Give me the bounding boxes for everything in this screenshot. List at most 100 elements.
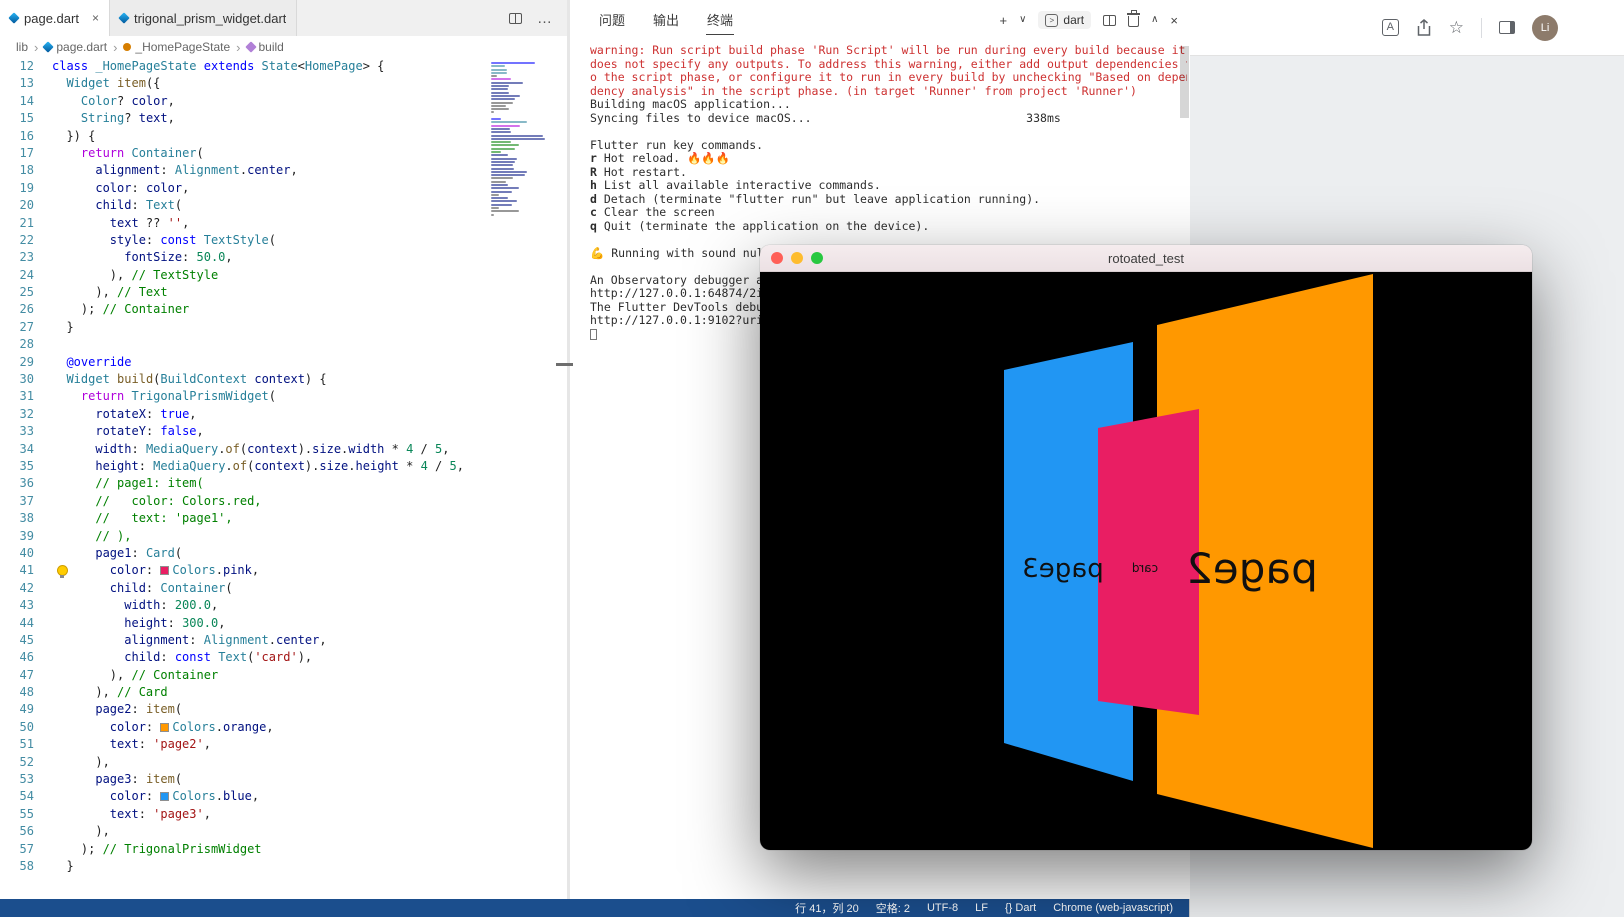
terminal-scrollbar[interactable] xyxy=(1180,46,1189,118)
star-icon[interactable]: ☆ xyxy=(1449,19,1464,36)
code-token: Text xyxy=(218,650,248,665)
status-item[interactable]: 行 41，列 20 xyxy=(795,900,859,916)
code-line[interactable]: 57 ); // TrigonalPrismWidget xyxy=(0,841,567,858)
code-line[interactable]: 52 ), xyxy=(0,754,567,771)
code-line[interactable]: 53 page3: item( xyxy=(0,771,567,788)
code-line[interactable]: 37 // color: Colors.red, xyxy=(0,493,567,510)
traffic-light-zoom[interactable] xyxy=(811,252,823,264)
sash-handle[interactable] xyxy=(556,363,573,366)
code-line[interactable]: 22 style: const TextStyle( xyxy=(0,232,567,249)
code-line[interactable]: 42 child: Container( xyxy=(0,580,567,597)
panel-tab[interactable]: 输出 xyxy=(652,5,680,35)
avatar[interactable]: Li xyxy=(1532,14,1558,41)
code-token: : xyxy=(131,441,146,456)
code-line[interactable]: 27 } xyxy=(0,319,567,336)
code-token: build xyxy=(117,372,154,387)
terminal-token: d xyxy=(590,192,597,206)
traffic-light-close[interactable] xyxy=(771,252,783,264)
code-line[interactable]: 49 page2: item( xyxy=(0,701,567,718)
code-line[interactable]: 19 color: color, xyxy=(0,180,567,197)
code-line[interactable]: 35 height: MediaQuery.of(context).size.h… xyxy=(0,458,567,475)
code-token: ). xyxy=(304,458,320,473)
code-line[interactable]: 16 }) { xyxy=(0,128,567,145)
code-line[interactable]: 24 ), // TextStyle xyxy=(0,267,567,284)
code-line[interactable]: 51 text: 'page2', xyxy=(0,736,567,753)
app-titlebar[interactable]: rotoated_test xyxy=(760,245,1532,272)
code-token: color xyxy=(145,180,183,195)
editor-tab[interactable]: page.dart × xyxy=(0,0,110,36)
code-line[interactable]: 43 width: 200.0, xyxy=(0,597,567,614)
split-editor-icon[interactable] xyxy=(509,12,522,24)
more-actions-icon[interactable]: … xyxy=(537,10,553,27)
code-line[interactable]: 48 ), // Card xyxy=(0,684,567,701)
code-line[interactable]: 17 return Container( xyxy=(0,145,567,162)
code-line[interactable]: 26 ); // Container xyxy=(0,301,567,318)
code-line[interactable]: 14 Color? color, xyxy=(0,93,567,110)
status-item[interactable]: LF xyxy=(975,902,988,914)
code-line[interactable]: 32 rotateX: true, xyxy=(0,406,567,423)
code-line[interactable]: 18 alignment: Alignment.center, xyxy=(0,162,567,179)
maximize-panel-icon[interactable]: ∧ xyxy=(1151,15,1158,25)
minimap[interactable] xyxy=(486,58,567,899)
traffic-light-minimize[interactable] xyxy=(791,252,803,264)
code-line[interactable]: 12 class _HomePageState extends State<Hom… xyxy=(0,58,567,75)
code-line[interactable]: 45 alignment: Alignment.center, xyxy=(0,632,567,649)
status-item[interactable]: UTF-8 xyxy=(927,902,958,914)
terminal-list-item[interactable]: > dart xyxy=(1038,11,1092,29)
code-line[interactable]: 39 // ), xyxy=(0,528,567,545)
close-panel-icon[interactable]: × xyxy=(1170,14,1178,27)
line-number: 50 xyxy=(19,719,34,734)
code-line[interactable]: 25 ), // Text xyxy=(0,284,567,301)
new-terminal-icon[interactable]: + xyxy=(999,14,1007,27)
code-token: Colors xyxy=(172,719,216,734)
breadcrumb-item[interactable]: build xyxy=(244,40,284,54)
code-line[interactable]: 31 return TrigonalPrismWidget( xyxy=(0,388,567,405)
breadcrumb-item[interactable]: page.dart xyxy=(42,40,107,54)
code-line[interactable]: 56 ), xyxy=(0,823,567,840)
code-line[interactable]: 21 text ?? '', xyxy=(0,215,567,232)
code-line[interactable]: 44 height: 300.0, xyxy=(0,615,567,632)
breadcrumb-item[interactable]: _HomePageState xyxy=(123,40,230,54)
panel-tab[interactable]: 终端 xyxy=(706,5,735,35)
code-line[interactable]: 41 color: Colors.pink, xyxy=(0,562,567,579)
status-item[interactable]: 空格: 2 xyxy=(876,900,910,916)
code-lines[interactable]: 12 class _HomePageState extends State<Hom… xyxy=(0,58,567,899)
code-line[interactable]: 55 text: 'page3', xyxy=(0,806,567,823)
breadcrumb-item[interactable]: lib xyxy=(16,40,28,54)
code-line[interactable]: 54 color: Colors.blue, xyxy=(0,788,567,805)
code-line[interactable]: 28 xyxy=(0,336,567,353)
code-line[interactable]: 34 width: MediaQuery.of(context).size.wi… xyxy=(0,441,567,458)
code-line[interactable]: 36 // page1: item( xyxy=(0,475,567,492)
editor-panel-sash[interactable] xyxy=(567,0,570,899)
status-item[interactable]: {} Dart xyxy=(1005,902,1036,914)
terminal-token: Detach (terminate "flutter run" but leav… xyxy=(596,192,1041,206)
translate-icon[interactable]: A xyxy=(1381,19,1399,36)
code-line[interactable]: 30 Widget build(BuildContext context) { xyxy=(0,371,567,388)
terminal-profile-chevron-icon[interactable]: ∨ xyxy=(1019,15,1026,25)
code-token: . xyxy=(215,563,223,578)
share-icon[interactable] xyxy=(1416,18,1432,37)
code-line[interactable]: 33 rotateY: false, xyxy=(0,423,567,440)
code-line[interactable]: 13 Widget item({ xyxy=(0,75,567,92)
code-line[interactable]: 46 child: const Text('card'), xyxy=(0,649,567,666)
kill-terminal-icon[interactable] xyxy=(1127,10,1141,27)
editor-tab[interactable]: trigonal_prism_widget.dart xyxy=(109,0,298,36)
code-line[interactable]: 58 } xyxy=(0,858,567,875)
code-token: return xyxy=(80,145,125,160)
tab-close-icon[interactable]: × xyxy=(92,12,99,24)
code-line[interactable]: 47 ), // Container xyxy=(0,667,567,684)
side-panel-icon[interactable] xyxy=(1499,21,1515,34)
code-line[interactable]: 40 page1: Card( xyxy=(0,545,567,562)
panel-tab[interactable]: 问题 xyxy=(598,5,626,35)
code-token: 5 xyxy=(449,458,457,473)
status-item[interactable]: Chrome (web-javascript) xyxy=(1053,902,1173,914)
code-line[interactable]: 15 String? text, xyxy=(0,110,567,127)
code-line[interactable]: 23 fontSize: 50.0, xyxy=(0,249,567,266)
minimap-bar xyxy=(491,94,521,97)
code-line[interactable]: 50 color: Colors.orange, xyxy=(0,719,567,736)
split-terminal-icon[interactable] xyxy=(1103,14,1117,26)
code-line[interactable]: 38 // text: 'page1', xyxy=(0,510,567,527)
code-line[interactable]: 20 child: Text( xyxy=(0,197,567,214)
code-line[interactable]: 29 @override xyxy=(0,354,567,371)
